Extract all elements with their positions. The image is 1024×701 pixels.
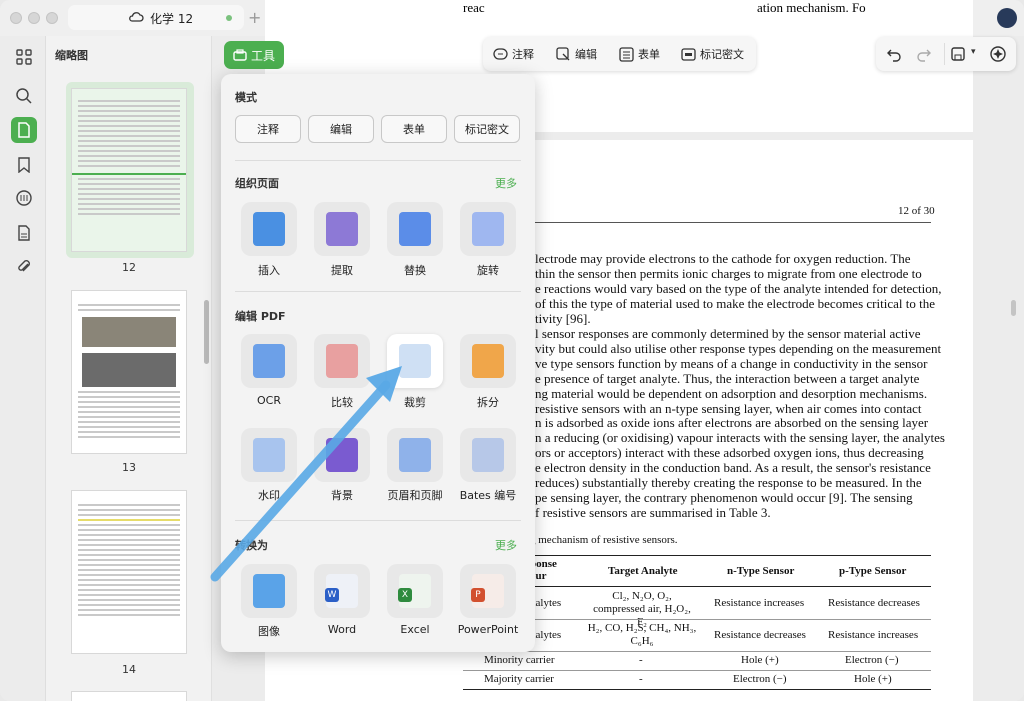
guide-arrow	[210, 366, 402, 582]
app-window: 化学 12 + 缩略图 12 13 14 reac ation mechanis…	[0, 0, 1024, 701]
